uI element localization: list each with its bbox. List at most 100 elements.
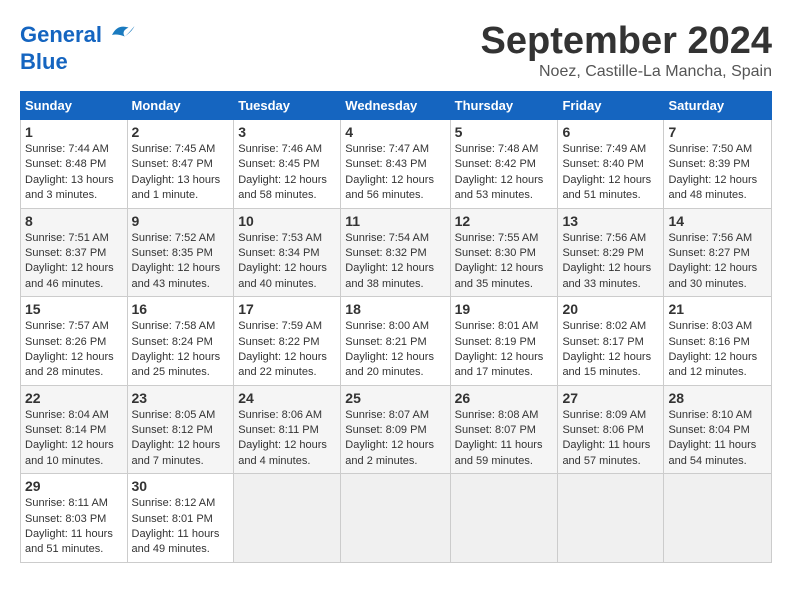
logo: General Blue [20, 20, 136, 74]
day-number: 20 [562, 301, 659, 317]
day-info: Sunrise: 7:45 AM Sunset: 8:47 PM Dayligh… [132, 143, 221, 201]
calendar-header-row: SundayMondayTuesdayWednesdayThursdayFrid… [21, 92, 772, 120]
calendar-cell [234, 474, 341, 563]
day-number: 24 [238, 390, 336, 406]
calendar-cell: 24 Sunrise: 8:06 AM Sunset: 8:11 PM Dayli… [234, 385, 341, 474]
day-info: Sunrise: 8:10 AM Sunset: 8:04 PM Dayligh… [668, 409, 756, 467]
header-thursday: Thursday [450, 92, 558, 120]
calendar-cell: 20 Sunrise: 8:02 AM Sunset: 8:17 PM Dayli… [558, 297, 664, 386]
day-info: Sunrise: 7:55 AM Sunset: 8:30 PM Dayligh… [455, 232, 544, 290]
calendar-cell: 1 Sunrise: 7:44 AM Sunset: 8:48 PM Daylig… [21, 120, 128, 209]
day-number: 12 [455, 213, 554, 229]
calendar-cell: 23 Sunrise: 8:05 AM Sunset: 8:12 PM Dayli… [127, 385, 234, 474]
day-info: Sunrise: 8:04 AM Sunset: 8:14 PM Dayligh… [25, 409, 114, 467]
day-number: 17 [238, 301, 336, 317]
calendar-cell: 6Sunrise: 7:49 AM Sunset: 8:40 PM Daylig… [558, 120, 664, 209]
day-info: Sunrise: 7:53 AM Sunset: 8:34 PM Dayligh… [238, 232, 327, 290]
calendar-cell [450, 474, 558, 563]
day-info: Sunrise: 7:56 AM Sunset: 8:27 PM Dayligh… [668, 232, 757, 290]
day-number: 22 [25, 390, 123, 406]
day-number: 1 [25, 124, 123, 140]
calendar-week-4: 22 Sunrise: 8:04 AM Sunset: 8:14 PM Dayli… [21, 385, 772, 474]
calendar-cell [664, 474, 772, 563]
day-info: Sunrise: 8:02 AM Sunset: 8:17 PM Dayligh… [562, 320, 651, 378]
day-info: Sunrise: 8:06 AM Sunset: 8:11 PM Dayligh… [238, 409, 327, 467]
calendar-cell: 29Sunrise: 8:11 AM Sunset: 8:03 PM Dayli… [21, 474, 128, 563]
header-wednesday: Wednesday [341, 92, 450, 120]
day-number: 18 [345, 301, 445, 317]
day-info: Sunrise: 8:00 AM Sunset: 8:21 PM Dayligh… [345, 320, 434, 378]
day-number: 25 [345, 390, 445, 406]
day-number: 13 [562, 213, 659, 229]
calendar-cell: 16 Sunrise: 7:58 AM Sunset: 8:24 PM Dayli… [127, 297, 234, 386]
location-subtitle: Noez, Castille-La Mancha, Spain [481, 63, 773, 81]
day-number: 11 [345, 213, 445, 229]
day-number: 3 [238, 124, 336, 140]
calendar-cell: 5Sunrise: 7:48 AM Sunset: 8:42 PM Daylig… [450, 120, 558, 209]
calendar-cell: 10 Sunrise: 7:53 AM Sunset: 8:34 PM Dayli… [234, 208, 341, 297]
calendar-cell: 11 Sunrise: 7:54 AM Sunset: 8:32 PM Dayli… [341, 208, 450, 297]
calendar-cell [558, 474, 664, 563]
calendar-cell [341, 474, 450, 563]
day-number: 15 [25, 301, 123, 317]
page-header: General Blue September 2024 Noez, Castil… [20, 20, 772, 81]
header-sunday: Sunday [21, 92, 128, 120]
calendar-cell: 28Sunrise: 8:10 AM Sunset: 8:04 PM Dayli… [664, 385, 772, 474]
day-info: Sunrise: 8:05 AM Sunset: 8:12 PM Dayligh… [132, 409, 221, 467]
calendar-cell: 14 Sunrise: 7:56 AM Sunset: 8:27 PM Dayli… [664, 208, 772, 297]
day-info: Sunrise: 7:56 AM Sunset: 8:29 PM Dayligh… [562, 232, 651, 290]
day-number: 26 [455, 390, 554, 406]
calendar-week-1: 1 Sunrise: 7:44 AM Sunset: 8:48 PM Daylig… [21, 120, 772, 209]
day-info: Sunrise: 7:47 AM Sunset: 8:43 PM Dayligh… [345, 143, 434, 201]
day-info: Sunrise: 8:09 AM Sunset: 8:06 PM Dayligh… [562, 409, 650, 467]
day-number: 5 [455, 124, 554, 140]
day-number: 16 [132, 301, 230, 317]
day-info: Sunrise: 7:58 AM Sunset: 8:24 PM Dayligh… [132, 320, 221, 378]
calendar-table: SundayMondayTuesdayWednesdayThursdayFrid… [20, 91, 772, 563]
day-info: Sunrise: 7:54 AM Sunset: 8:32 PM Dayligh… [345, 232, 434, 290]
day-info: Sunrise: 7:44 AM Sunset: 8:48 PM Dayligh… [25, 143, 114, 201]
day-number: 19 [455, 301, 554, 317]
calendar-cell: 12 Sunrise: 7:55 AM Sunset: 8:30 PM Dayli… [450, 208, 558, 297]
calendar-cell: 18 Sunrise: 8:00 AM Sunset: 8:21 PM Dayli… [341, 297, 450, 386]
calendar-cell: 13 Sunrise: 7:56 AM Sunset: 8:29 PM Dayli… [558, 208, 664, 297]
day-number: 8 [25, 213, 123, 229]
calendar-cell: 3Sunrise: 7:46 AM Sunset: 8:45 PM Daylig… [234, 120, 341, 209]
day-number: 6 [562, 124, 659, 140]
calendar-cell: 26Sunrise: 8:08 AM Sunset: 8:07 PM Dayli… [450, 385, 558, 474]
logo-blue-text: Blue [20, 50, 136, 74]
day-number: 23 [132, 390, 230, 406]
day-number: 4 [345, 124, 445, 140]
day-number: 9 [132, 213, 230, 229]
header-saturday: Saturday [664, 92, 772, 120]
day-number: 30 [132, 478, 230, 494]
day-info: Sunrise: 8:03 AM Sunset: 8:16 PM Dayligh… [668, 320, 757, 378]
day-info: Sunrise: 8:12 AM Sunset: 8:01 PM Dayligh… [132, 497, 220, 555]
calendar-week-3: 15 Sunrise: 7:57 AM Sunset: 8:26 PM Dayli… [21, 297, 772, 386]
day-number: 27 [562, 390, 659, 406]
day-number: 21 [668, 301, 767, 317]
day-info: Sunrise: 8:07 AM Sunset: 8:09 PM Dayligh… [345, 409, 434, 467]
calendar-cell: 22 Sunrise: 8:04 AM Sunset: 8:14 PM Dayli… [21, 385, 128, 474]
header-monday: Monday [127, 92, 234, 120]
calendar-cell: 19 Sunrise: 8:01 AM Sunset: 8:19 PM Dayli… [450, 297, 558, 386]
day-info: Sunrise: 8:11 AM Sunset: 8:03 PM Dayligh… [25, 497, 113, 555]
calendar-cell: 17 Sunrise: 7:59 AM Sunset: 8:22 PM Dayli… [234, 297, 341, 386]
day-info: Sunrise: 7:59 AM Sunset: 8:22 PM Dayligh… [238, 320, 327, 378]
title-block: September 2024 Noez, Castille-La Mancha,… [481, 20, 773, 81]
calendar-cell: 21 Sunrise: 8:03 AM Sunset: 8:16 PM Dayli… [664, 297, 772, 386]
logo-text: General [20, 23, 102, 47]
day-number: 14 [668, 213, 767, 229]
day-number: 2 [132, 124, 230, 140]
month-title: September 2024 [481, 20, 773, 63]
day-info: Sunrise: 7:57 AM Sunset: 8:26 PM Dayligh… [25, 320, 114, 378]
calendar-cell: 15 Sunrise: 7:57 AM Sunset: 8:26 PM Dayli… [21, 297, 128, 386]
calendar-cell: 25 Sunrise: 8:07 AM Sunset: 8:09 PM Dayli… [341, 385, 450, 474]
calendar-cell: 27 Sunrise: 8:09 AM Sunset: 8:06 PM Dayli… [558, 385, 664, 474]
header-tuesday: Tuesday [234, 92, 341, 120]
calendar-cell: 4 Sunrise: 7:47 AM Sunset: 8:43 PM Daylig… [341, 120, 450, 209]
day-number: 10 [238, 213, 336, 229]
day-info: Sunrise: 7:52 AM Sunset: 8:35 PM Dayligh… [132, 232, 221, 290]
calendar-cell: 9 Sunrise: 7:52 AM Sunset: 8:35 PM Daylig… [127, 208, 234, 297]
day-info: Sunrise: 8:01 AM Sunset: 8:19 PM Dayligh… [455, 320, 544, 378]
